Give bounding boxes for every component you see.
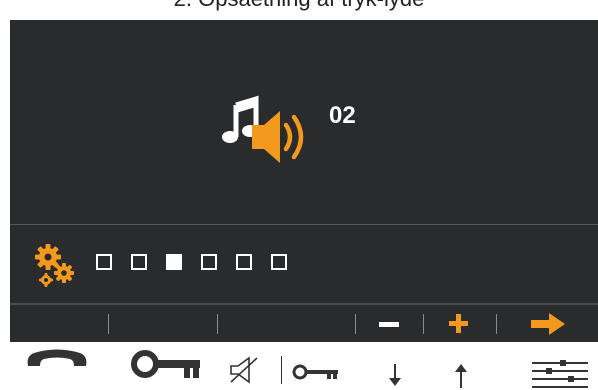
- softkey-separator: [108, 314, 109, 334]
- softkey-separator: [355, 314, 356, 334]
- arrow-right-icon[interactable]: [531, 313, 565, 335]
- mute-speaker-icon[interactable]: [229, 356, 259, 384]
- hardware-button-row: [0, 342, 598, 388]
- softkey-bar: [10, 305, 598, 342]
- level-step-active: [166, 254, 182, 270]
- level-step: [271, 254, 287, 270]
- level-step: [201, 254, 217, 270]
- small-key-icon[interactable]: [292, 364, 340, 382]
- level-step: [96, 254, 112, 270]
- level-steps: [96, 254, 306, 270]
- settings-row: [10, 225, 598, 303]
- minus-icon[interactable]: [379, 322, 399, 327]
- level-step: [131, 254, 147, 270]
- top-clipped-text: 2. Opsaetning af tryk-lyde: [0, 0, 598, 20]
- header-text: 2. Opsaetning af tryk-lyde: [0, 0, 598, 12]
- softkey-separator: [217, 314, 218, 334]
- volume-value: 02: [329, 102, 356, 129]
- arrow-down-icon[interactable]: [385, 362, 405, 388]
- volume-display: 02: [10, 20, 598, 224]
- level-step: [236, 254, 252, 270]
- key-icon[interactable]: [130, 346, 202, 382]
- softkey-separator: [423, 314, 424, 334]
- button-separator: [281, 356, 282, 384]
- monitor-screen: 02: [10, 20, 598, 342]
- handset-icon[interactable]: [24, 344, 90, 370]
- menu-sliders-icon[interactable]: [530, 360, 590, 390]
- softkey-separator: [496, 314, 497, 334]
- arrow-up-icon[interactable]: [451, 362, 471, 388]
- music-speaker-icon: [222, 95, 304, 163]
- gears-icon: [35, 244, 74, 287]
